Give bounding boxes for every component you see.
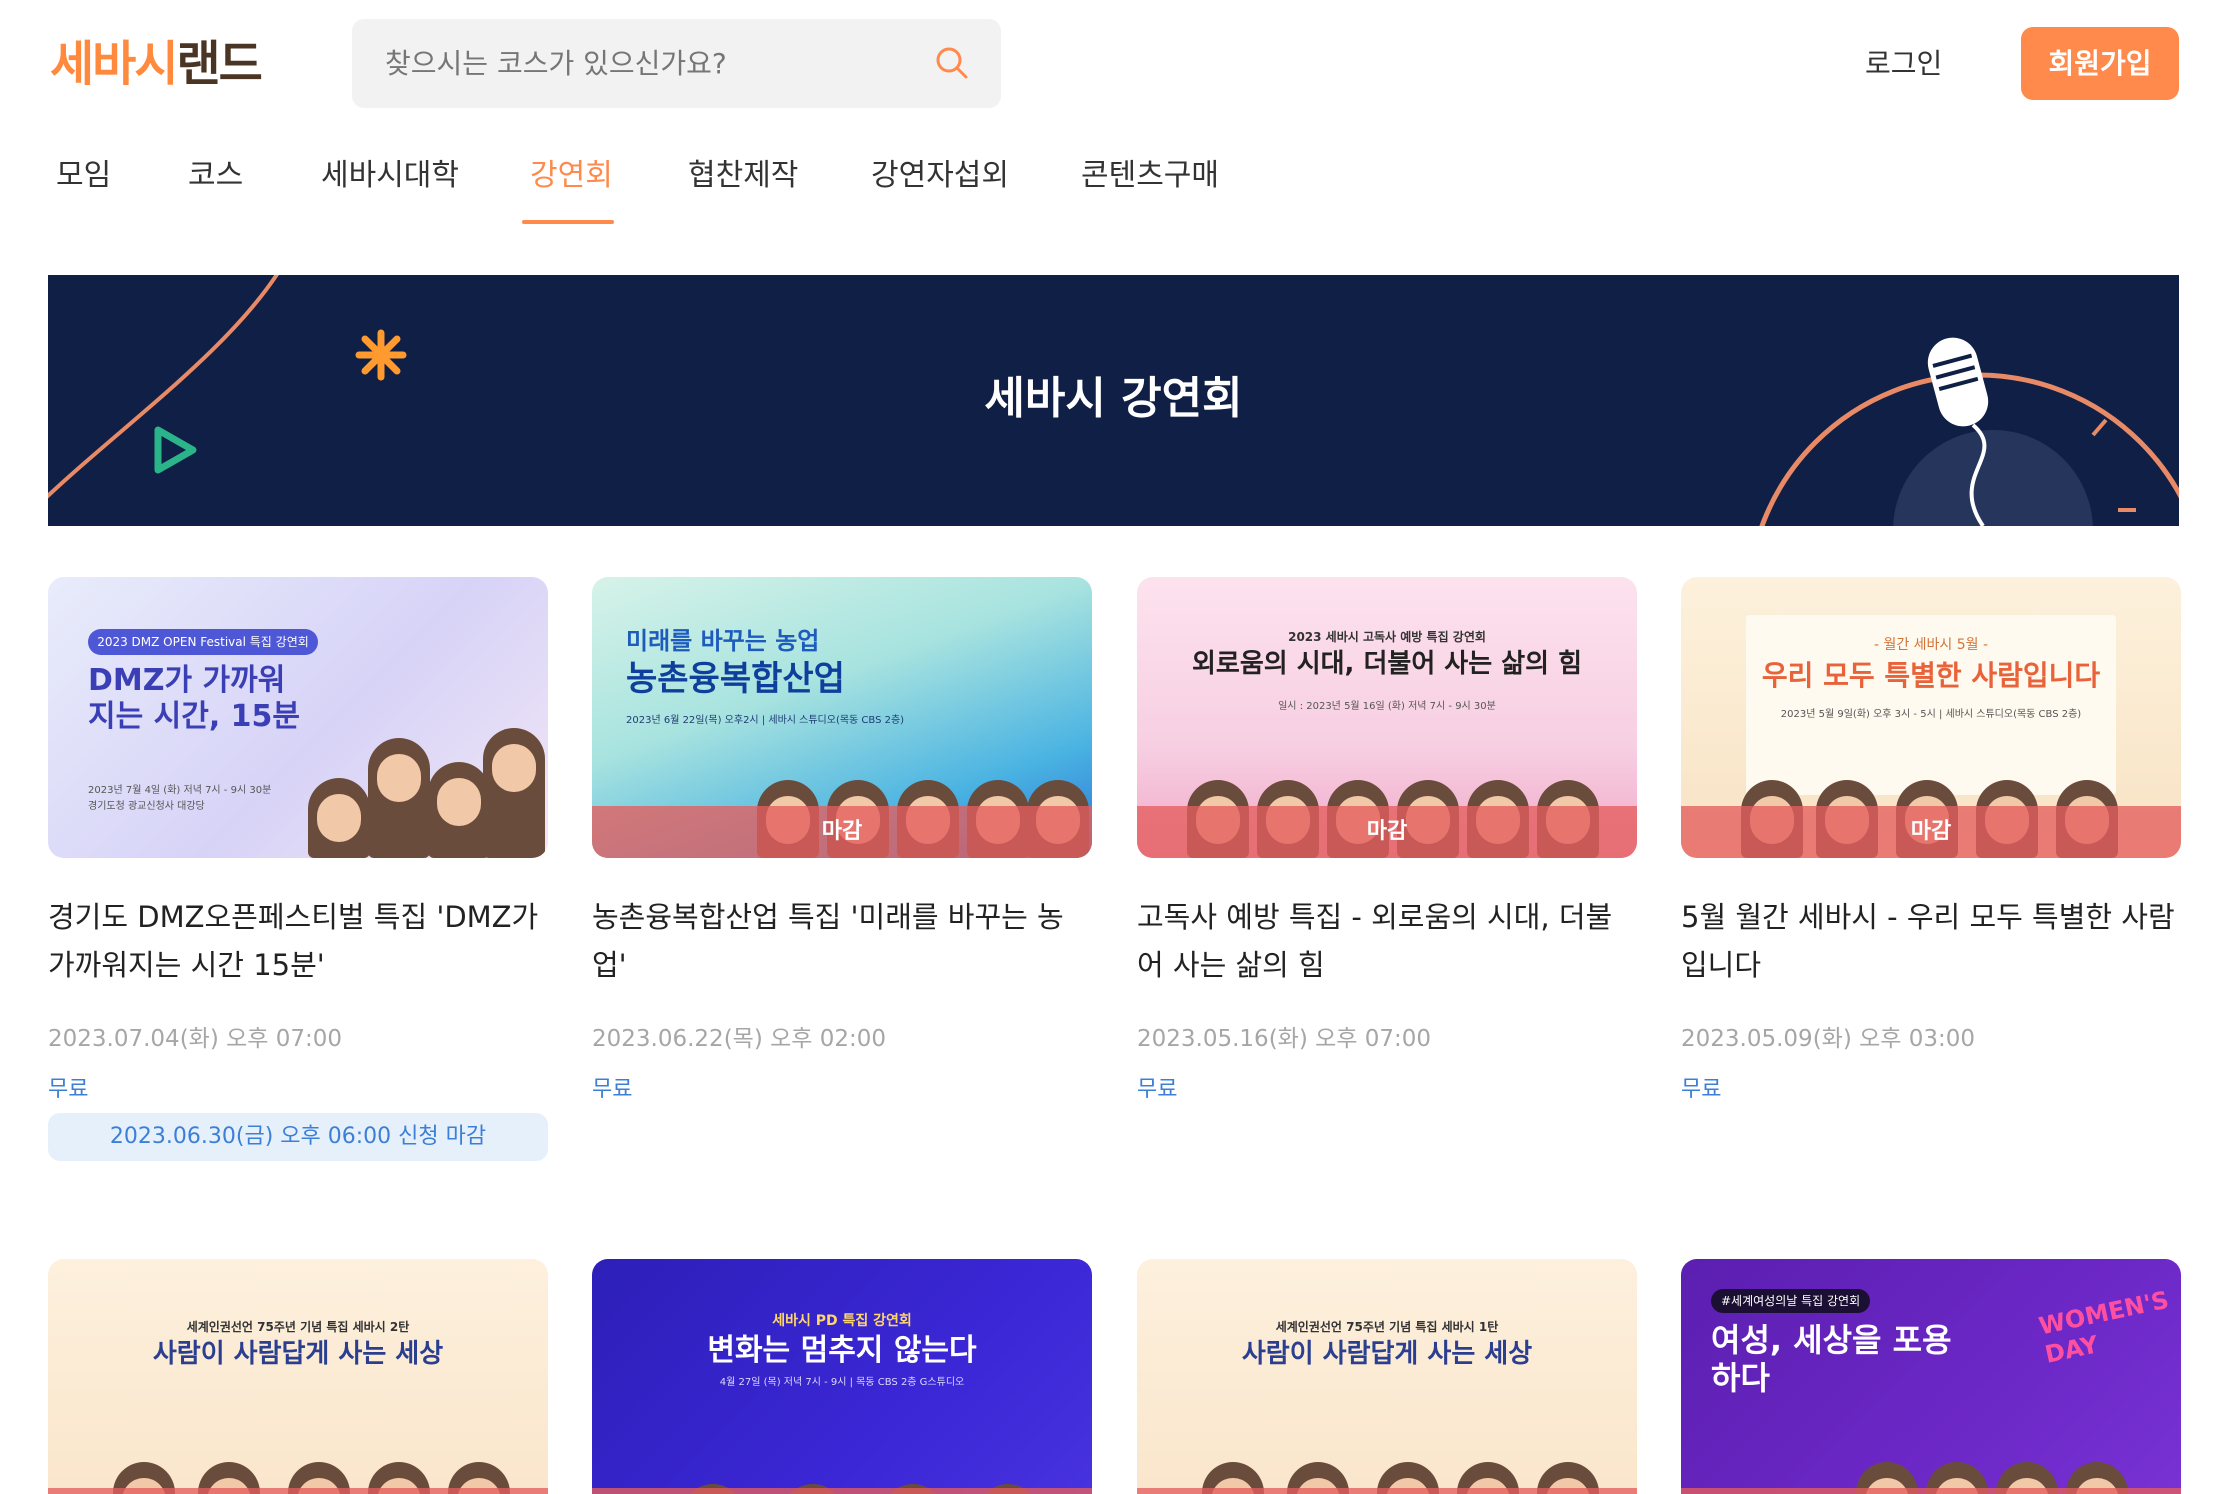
lecture-banner: 세바시 강연회 — [48, 275, 2179, 526]
logo[interactable]: 세바시랜드 — [50, 34, 263, 94]
card-date: 2023.05.09(화) 오후 03:00 — [1681, 1026, 1976, 1052]
card-price: 무료 — [592, 1077, 633, 1102]
thumb-heading: 우리 모두 특별한 사람입니다 — [1761, 659, 2101, 692]
thumb-subheading: 세계인권선언 75주년 기념 특집 세바시 2탄 — [186, 1320, 410, 1334]
card-price: 무료 — [1137, 1077, 1178, 1102]
logo-part-2: 랜드 — [176, 36, 262, 92]
tab-courses[interactable]: 코스 — [188, 156, 243, 196]
card-date: 2023.06.22(목) 오후 02:00 — [592, 1026, 887, 1052]
thumb-subheading: 세계인권선언 75주년 기념 특집 세바시 1탄 — [1275, 1320, 1499, 1334]
card-thumbnail[interactable]: 2023 세바시 고독사 예방 특집 강연회 외로움의 시대, 더불어 사는 삶… — [1137, 577, 1637, 858]
card-title[interactable]: 농촌융복합산업 특집 '미래를 바꾸는 농업' — [592, 893, 1092, 989]
login-link[interactable]: 로그인 — [1865, 46, 1942, 82]
card-thumbnail[interactable]: #세계여성의날 특집 강연회 여성, 세상을 포용하다 WOMEN'S DAY … — [1681, 1259, 2181, 1494]
tab-sebasi-university[interactable]: 세바시대학 — [321, 156, 459, 196]
thumb-place: 경기도청 광교신청사 대강당 — [88, 801, 205, 812]
closed-badge: 마감 — [1137, 806, 1637, 858]
application-deadline: 2023.06.30(금) 오후 06:00 신청 마감 — [48, 1113, 548, 1161]
card-date: 2023.07.04(화) 오후 07:00 — [48, 1026, 343, 1052]
thumb-subheading: 세바시 PD 특집 강연회 — [772, 1313, 912, 1329]
search-input[interactable]: 찾으시는 코스가 있으신가요? — [352, 19, 1001, 108]
banner-title: 세바시 강연회 — [984, 373, 1243, 424]
thumb-subheading: 미래를 바꾸는 농업 — [626, 627, 820, 655]
thumb-detail: 일시 : 2023년 5월 16일 (화) 저녁 7시 - 9시 30분 — [1278, 701, 1496, 712]
card-thumbnail[interactable]: 세바시 PD 특집 강연회 변화는 멈추지 않는다 4월 27일 (목) 저녁 … — [592, 1259, 1092, 1494]
thumb-heading: 사람이 사람답게 사는 세상 — [1241, 1339, 1533, 1369]
card-date: 2023.05.16(화) 오후 07:00 — [1137, 1026, 1432, 1052]
speaker-photo — [368, 738, 430, 858]
closed-badge: 마감 — [1681, 806, 2181, 858]
search-placeholder: 찾으시는 코스가 있으신가요? — [385, 47, 727, 80]
thumb-heading: 여성, 세상을 포용하다 — [1711, 1321, 1952, 1398]
card-price: 무료 — [1681, 1077, 1722, 1102]
thumb-subheading: - 월간 세바시 5월 - — [1873, 637, 1989, 653]
logo-part-1: 세바시 — [50, 36, 178, 92]
closed-badge: 마감 — [592, 1488, 1092, 1494]
card-title[interactable]: 고독사 예방 특집 - 외로움의 시대, 더불어 사는 삶의 힘 — [1137, 893, 1637, 989]
card-price: 무료 — [48, 1077, 89, 1102]
womens-day-badge: WOMEN'S DAY — [2036, 1285, 2172, 1369]
active-tab-indicator — [522, 220, 614, 224]
thumb-tag: 2023 DMZ OPEN Festival 특집 강연회 — [88, 629, 318, 655]
closed-badge: 마감 — [592, 806, 1092, 858]
speaker-photos — [298, 708, 548, 858]
thumb-subheading: 2023 세바시 고독사 예방 특집 강연회 — [1288, 630, 1486, 644]
thumb-detail: 2023년 6월 22일(목) 오후2시 | 세바시 스튜디오(목동 CBS 2… — [626, 715, 905, 726]
thumb-tag: #세계여성의날 특집 강연회 — [1711, 1289, 1871, 1313]
tab-sponsored-production[interactable]: 협찬제작 — [688, 156, 798, 196]
thumb-detail: 2023년 7월 4일 (화) 저녁 7시 - 9시 30분 — [88, 785, 272, 796]
category-tabs: 모임 코스 세바시대학 강연회 협찬제작 강연자섭외 콘텐츠구매 — [0, 150, 2224, 230]
speaker-photo — [428, 762, 490, 858]
tab-lectures[interactable]: 강연회 — [530, 156, 613, 196]
search-icon[interactable] — [932, 43, 972, 83]
thumb-heading: DMZ가 가까워지는 시간, 15분 — [88, 663, 301, 734]
card-thumbnail[interactable]: - 월간 세바시 5월 - 우리 모두 특별한 사람입니다 2023년 5월 9… — [1681, 577, 2181, 858]
closed-badge: 마감 — [1137, 1488, 1637, 1494]
speaker-photo — [483, 728, 545, 858]
card-thumbnail[interactable]: 세계인권선언 75주년 기념 특집 세바시 1탄 사람이 사람답게 사는 세상 … — [1137, 1259, 1637, 1494]
tab-speaker-booking[interactable]: 강연자섭외 — [871, 156, 1009, 196]
thumb-heading: 외로움의 시대, 더불어 사는 삶의 힘 — [1191, 649, 1583, 679]
signup-button[interactable]: 회원가입 — [2021, 27, 2179, 100]
closed-badge: 마감 — [1681, 1488, 2181, 1494]
speaker-photo — [308, 778, 370, 858]
thumb-detail: 4월 27일 (목) 저녁 7시 - 9시 | 목동 CBS 2층 G스튜디오 — [719, 1377, 965, 1388]
thumb-heading: 변화는 멈추지 않는다 — [707, 1333, 977, 1368]
card-thumbnail[interactable]: 세계인권선언 75주년 기념 특집 세바시 2탄 사람이 사람답게 사는 세상 … — [48, 1259, 548, 1494]
tab-meetings[interactable]: 모임 — [56, 156, 111, 196]
card-title[interactable]: 경기도 DMZ오픈페스티벌 특집 'DMZ가 가까워지는 시간 15분' — [48, 893, 548, 989]
thumb-heading: 농촌융복합산업 — [626, 659, 845, 699]
thumb-heading: 사람이 사람답게 사는 세상 — [152, 1339, 444, 1369]
play-icon — [154, 426, 197, 474]
card-title[interactable]: 5월 월간 세바시 - 우리 모두 특별한 사람입니다 — [1681, 893, 2181, 989]
card-thumbnail[interactable]: 2023 DMZ OPEN Festival 특집 강연회 DMZ가 가까워지는… — [48, 577, 548, 858]
thumb-detail: 2023년 5월 9일(화) 오후 3시 - 5시 | 세바시 스튜디오(목동 … — [1780, 709, 2082, 720]
header: 세바시랜드 찾으시는 코스가 있으신가요? 로그인 회원가입 — [0, 0, 2224, 125]
tab-content-purchase[interactable]: 콘텐츠구매 — [1081, 156, 1219, 196]
card-thumbnail[interactable]: 미래를 바꾸는 농업 농촌융복합산업 2023년 6월 22일(목) 오후2시 … — [592, 577, 1092, 858]
closed-badge: 마감 — [48, 1488, 548, 1494]
